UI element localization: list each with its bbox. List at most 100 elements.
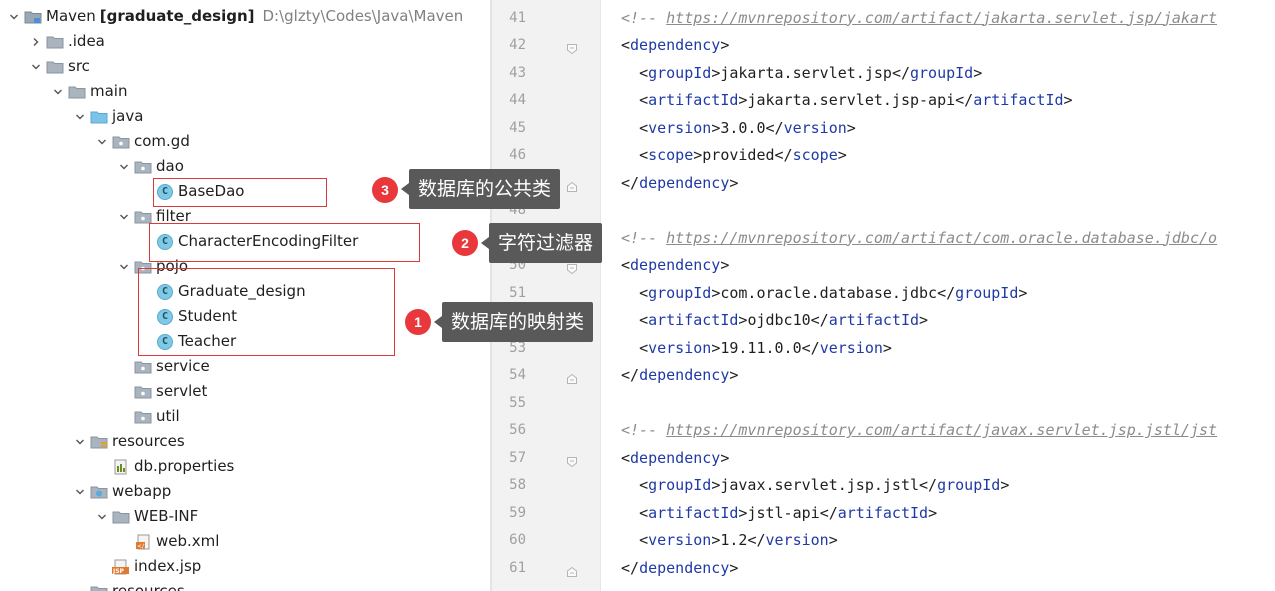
svg-text:</>: </> [137,543,149,550]
highlight-box-basedao [153,178,327,207]
tag-bracket: </ [919,476,938,494]
tree-item[interactable]: WEB-INF [94,504,198,529]
xml-text-value: com.oracle.database.jdbc [720,283,938,302]
tree-item[interactable]: util [116,404,180,429]
comment-url[interactable]: https://mvnrepository.com/artifact/javax… [666,421,1217,439]
tag-bracket: </ [810,311,829,329]
tag-bracket: > [846,118,856,137]
fold-close-icon[interactable] [566,370,578,384]
tree-item-label: src [68,57,90,75]
tree-item[interactable]: webapp [72,479,171,504]
line-number: 54 [509,367,526,383]
chevron-down-icon[interactable] [50,79,66,104]
chevron-down-icon[interactable] [116,254,132,279]
fold-open-icon[interactable] [566,453,578,467]
tree-item[interactable]: java [72,104,143,129]
tree-item[interactable]: Maven [graduate_design] D:\glzty\Codes\Jav… [6,4,463,29]
xml-tag-name: scope [792,146,838,164]
chevron-down-icon[interactable] [72,104,88,129]
chevron-right-icon[interactable] [28,29,44,54]
tree-item-label: dao [156,157,184,175]
line-number: 43 [509,64,526,81]
code-line[interactable]: <groupId>com.oracle.database.jdbc</group… [621,280,1027,308]
module-folder-icon [24,8,42,26]
tag-bracket: < [639,146,649,164]
chevron-down-icon[interactable] [72,429,88,454]
code-line[interactable]: <artifactId>ojdbc10</artifactId> [621,307,928,335]
code-line[interactable]: <artifactId>jstl-api</artifactId> [621,500,937,528]
tag-bracket: > [711,338,721,357]
chevron-down-icon[interactable] [72,479,88,504]
code-line[interactable]: </dependency> [621,362,738,390]
tag-bracket: </ [801,338,820,357]
tag-bracket: < [639,503,649,522]
tree-item[interactable]: src [28,54,90,79]
code-line[interactable]: </dependency> [621,555,738,583]
code-line[interactable]: <dependency> [621,445,729,473]
tree-item[interactable]: .idea [28,29,105,54]
comment-url[interactable]: https://mvnrepository.com/artifact/com.o… [666,229,1217,247]
code-line[interactable]: <!-- https://mvnrepository.com/artifact/… [621,417,1217,445]
tree-item[interactable]: JSP index.jsp [94,554,201,579]
tree-item-label: util [156,407,180,425]
code-line[interactable]: <groupId>javax.servlet.jsp.jstl</groupId… [621,472,1009,500]
annotation-callout-3: 数据库的公共类 [400,169,561,209]
xml-tag-name: version [765,531,829,549]
chevron-down-icon[interactable] [28,54,44,79]
xml-tag-name: artifactId [648,503,739,522]
highlight-box-filter [149,223,420,262]
tag-bracket: > [1063,91,1073,109]
tree-item[interactable]: servlet [116,379,207,404]
chevron-down-icon[interactable] [116,204,132,229]
chevron-down-icon[interactable] [6,4,22,29]
xml-comment: <!-- https://mvnrepository.com/artifact/… [621,8,1218,27]
tree-item[interactable]: </> web.xml [116,529,219,554]
tree-item-label: main [90,82,128,100]
code-line[interactable]: <!-- https://mvnrepository.com/artifact/… [621,225,1217,253]
tree-item[interactable]: com.gd [94,129,190,154]
chevron-down-icon[interactable] [94,504,110,529]
tree-item[interactable]: db.properties [94,454,234,479]
tree-item[interactable]: resources [72,429,185,454]
code-line[interactable]: <version>1.2</version> [621,527,838,555]
chevron-down-icon[interactable] [94,129,110,154]
code-line[interactable]: <!-- https://mvnrepository.com/artifact/… [621,5,1217,33]
line-number: 46 [509,147,526,163]
annotation-badge-2: 2 [452,230,478,256]
line-number: 42 [509,37,526,53]
code-line[interactable]: <version>3.0.0</version> [621,115,856,143]
tag-bracket: > [882,338,892,357]
fold-close-icon[interactable] [566,563,578,577]
fold-close-icon[interactable] [566,178,578,192]
code-line[interactable]: <dependency> [621,32,729,60]
code-line[interactable]: <version>19.11.0.0</version> [621,335,892,363]
comment-url[interactable]: https://mvnrepository.com/artifact/jakar… [666,9,1217,27]
code-line[interactable]: <scope>provided</scope> [621,142,847,170]
tree-item[interactable]: service [116,354,210,379]
xml-text-value: javax.servlet.jsp.jstl [720,476,920,494]
annotation-badge-3: 3 [372,177,398,203]
tree-item-label: webapp [112,482,172,500]
code-line[interactable]: <artifactId>jakarta.servlet.jsp-api</art… [621,87,1073,115]
xml-text-value: 3.0.0 [720,118,766,137]
xml-tag-name: groupId [955,283,1019,302]
tag-bracket: > [720,448,730,467]
xml-tag-name: groupId [648,283,712,302]
line-number: 57 [509,449,526,466]
tree-item[interactable]: main [50,79,127,104]
code-line[interactable]: <groupId>jakarta.servlet.jsp</groupId> [621,60,982,88]
chevron-down-icon[interactable] [116,154,132,179]
tree-item-label: servlet [156,382,208,400]
code-line[interactable]: </dependency> [621,170,738,198]
properties-file-icon [112,458,130,476]
tree-item[interactable]: resources [72,579,185,591]
tag-bracket: > [693,146,703,164]
code-line[interactable]: <dependency> [621,252,729,280]
tree-item[interactable]: dao [116,154,184,179]
fold-open-icon[interactable] [566,40,578,55]
tag-bracket: > [928,503,938,522]
